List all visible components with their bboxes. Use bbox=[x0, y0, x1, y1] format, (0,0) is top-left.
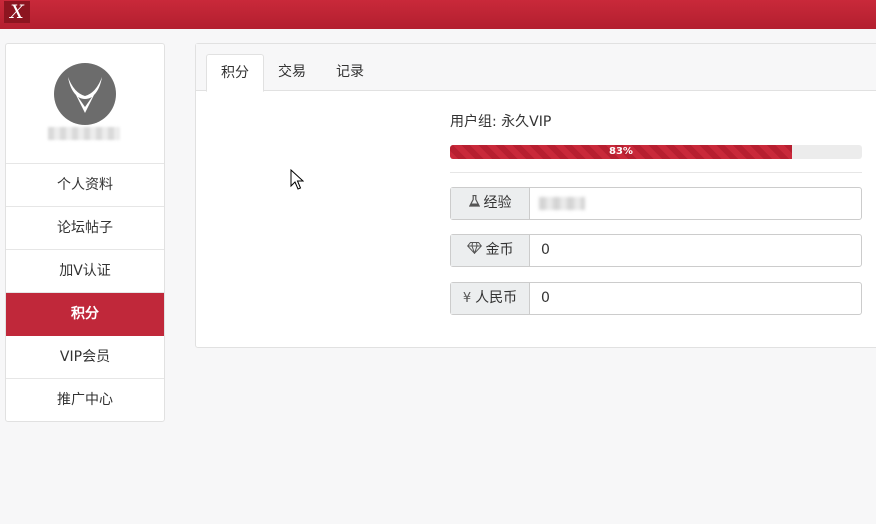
tab-records[interactable]: 记录 bbox=[322, 54, 378, 91]
sidebar-item-profile[interactable]: 个人资料 bbox=[6, 164, 164, 207]
level-progress-fill: 83% bbox=[450, 145, 792, 159]
tab-trade[interactable]: 交易 bbox=[264, 54, 320, 91]
divider bbox=[450, 172, 862, 173]
gold-coin-field: 金币 0 bbox=[450, 234, 862, 267]
user-sidebar: 个人资料 论坛帖子 加V认证 积分 VIP会员 推广中心 bbox=[5, 43, 165, 422]
tab-bar: 积分 交易 记录 bbox=[196, 44, 876, 92]
yen-icon: ¥ bbox=[462, 291, 472, 306]
rmb-field: ¥ 人民币 0 bbox=[450, 282, 862, 315]
sidebar-item-points[interactable]: 积分 bbox=[6, 293, 164, 336]
gold-coin-addon: 金币 bbox=[451, 235, 530, 266]
rmb-label: 人民币 bbox=[475, 290, 518, 306]
flask-icon bbox=[468, 188, 480, 219]
points-panel: 积分 交易 记录 用户组: 永久VIP 83% 经验 金币 0 ¥ 人民币 0 bbox=[195, 43, 876, 348]
tab-points[interactable]: 积分 bbox=[206, 54, 264, 92]
mouse-cursor-icon bbox=[290, 168, 305, 195]
level-progress: 83% bbox=[450, 145, 862, 159]
diamond-icon bbox=[466, 235, 482, 266]
gold-coin-value: 0 bbox=[541, 242, 550, 258]
rmb-value: 0 bbox=[541, 290, 550, 306]
gold-coin-label: 金币 bbox=[485, 242, 514, 258]
rmb-addon: ¥ 人民币 bbox=[451, 283, 530, 314]
experience-value-redacted bbox=[539, 197, 585, 210]
user-group-label: 用户组: 永久VIP bbox=[450, 114, 552, 130]
avatar[interactable] bbox=[54, 63, 116, 125]
sidebar-item-forum-posts[interactable]: 论坛帖子 bbox=[6, 207, 164, 250]
site-logo[interactable]: X bbox=[4, 1, 30, 23]
sidebar-item-v-verification[interactable]: 加V认证 bbox=[6, 250, 164, 293]
username-redacted bbox=[48, 127, 120, 140]
sidebar-item-vip[interactable]: VIP会员 bbox=[6, 336, 164, 379]
experience-label: 经验 bbox=[483, 195, 512, 211]
horned-helmet-icon bbox=[68, 77, 102, 113]
experience-field: 经验 bbox=[450, 187, 862, 220]
experience-addon: 经验 bbox=[451, 188, 530, 219]
user-profile-card bbox=[6, 44, 164, 164]
top-bar: X bbox=[0, 0, 876, 29]
sidebar-item-promotion[interactable]: 推广中心 bbox=[6, 379, 164, 421]
